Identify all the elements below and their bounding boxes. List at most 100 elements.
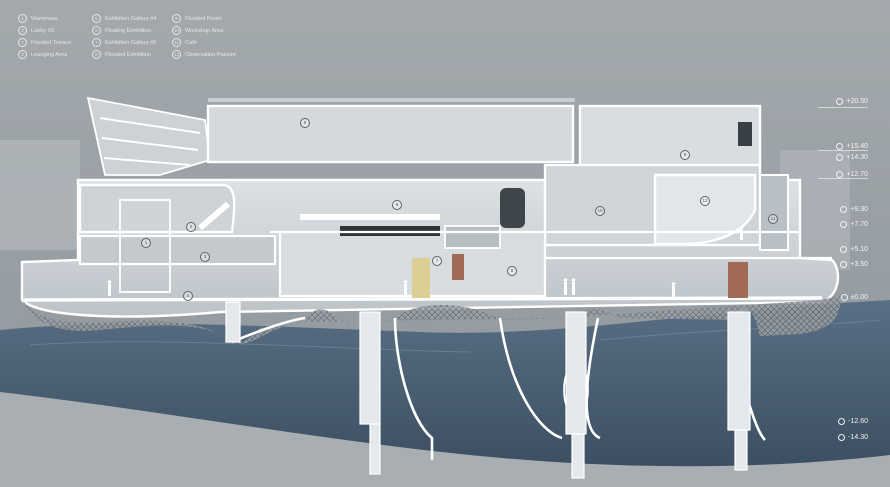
level-label: -12.60 bbox=[848, 418, 868, 425]
legend-label: Flooded Room bbox=[185, 15, 222, 22]
legend-number: 10 bbox=[172, 26, 181, 35]
level-marker: +12.70 bbox=[836, 171, 868, 178]
room-marker: 6 bbox=[392, 200, 402, 210]
legend-label: Waremans bbox=[31, 15, 58, 22]
legend-item: 5 Exhibition Gallery #4 bbox=[92, 14, 170, 23]
room-marker: 12 bbox=[700, 196, 710, 206]
legend-number: 6 bbox=[92, 26, 101, 35]
level-circle-icon bbox=[836, 143, 844, 150]
level-circle-icon bbox=[836, 171, 844, 178]
dark-portal bbox=[500, 188, 525, 228]
legend-label: Lobby #3 bbox=[31, 27, 55, 34]
room-marker: 3 bbox=[200, 252, 210, 262]
level-circle-icon bbox=[838, 434, 846, 441]
room-legend: 1 Waremans 5 Exhibition Gallery #4 9 Floode… bbox=[18, 14, 282, 59]
room-marker: 10 bbox=[595, 206, 605, 216]
level-label: +12.70 bbox=[846, 171, 868, 178]
level-label: +14.30 bbox=[846, 154, 868, 161]
level-circle-icon bbox=[840, 221, 848, 228]
rust-panel bbox=[452, 254, 464, 280]
legend-label: Flooded Terrace bbox=[31, 39, 72, 46]
legend-item: 4 Lounging Area bbox=[18, 50, 90, 59]
level-marker: -14.30 bbox=[838, 434, 868, 441]
level-label: -14.30 bbox=[848, 434, 868, 441]
level-circle-icon bbox=[836, 98, 844, 105]
level-marker: +20.50 bbox=[836, 98, 868, 105]
legend-number: 7 bbox=[92, 38, 101, 47]
legend-number: 8 bbox=[92, 50, 101, 59]
room-marker: 2 bbox=[186, 222, 196, 232]
level-label: ±0.00 bbox=[850, 294, 868, 301]
legend-label: Observation Pasture bbox=[185, 51, 236, 58]
legend-item: 8 Flooded Exhibition bbox=[92, 50, 170, 59]
level-label: +5.10 bbox=[850, 246, 868, 253]
level-line bbox=[818, 107, 868, 108]
flooded-terrace-room bbox=[78, 234, 277, 266]
room-marker: 5 bbox=[300, 118, 310, 128]
legend-item: 11 Café bbox=[172, 38, 282, 47]
level-circle-icon bbox=[840, 294, 848, 301]
room-marker: 11 bbox=[768, 214, 778, 224]
rust-panel bbox=[728, 262, 748, 298]
level-label: +20.50 bbox=[846, 98, 868, 105]
level-circle-icon bbox=[840, 206, 848, 213]
legend-number: 5 bbox=[92, 14, 101, 23]
legend-number: 11 bbox=[172, 38, 181, 47]
level-line bbox=[818, 178, 868, 179]
legend-label: Exhibition Gallery #5 bbox=[105, 39, 157, 46]
section-artwork bbox=[0, 0, 890, 487]
room-marker: 7 bbox=[432, 256, 442, 266]
legend-label: Exhibition Gallery #4 bbox=[105, 15, 157, 22]
level-circle-icon bbox=[840, 246, 848, 253]
stair-core bbox=[759, 174, 789, 251]
level-marker: +9.30 bbox=[840, 206, 868, 213]
legend-item: 1 Waremans bbox=[18, 14, 90, 23]
level-circle-icon bbox=[840, 261, 848, 268]
level-marker: +15.40 bbox=[836, 143, 868, 150]
level-circle-icon bbox=[838, 418, 846, 425]
legend-number: 9 bbox=[172, 14, 181, 23]
legend-item: 3 Flooded Terrace bbox=[18, 38, 90, 47]
level-label: +7.70 bbox=[850, 221, 868, 228]
level-label: +9.30 bbox=[850, 206, 868, 213]
level-line bbox=[818, 150, 868, 151]
legend-item: 12 Observation Pasture bbox=[172, 50, 282, 59]
ground-slab bbox=[21, 296, 823, 302]
legend-item: 2 Lobby #3 bbox=[18, 26, 90, 35]
room-marker: 8 bbox=[507, 266, 517, 276]
legend-label: Café bbox=[185, 39, 197, 46]
legend-number: 4 bbox=[18, 50, 27, 59]
floating-platform bbox=[300, 214, 440, 220]
legend-label: Workshop Area bbox=[185, 27, 224, 34]
top-gallery-box bbox=[206, 104, 575, 164]
legend-number: 2 bbox=[18, 26, 27, 35]
level-marker: ±0.00 bbox=[840, 294, 868, 301]
room-marker: 9 bbox=[680, 150, 690, 160]
legend-number: 1 bbox=[18, 14, 27, 23]
level-marker: +14.30 bbox=[836, 154, 868, 161]
level-label: +3.50 bbox=[850, 261, 868, 268]
level-marker: +7.70 bbox=[840, 221, 868, 228]
section-drawing: 1 Waremans 5 Exhibition Gallery #4 9 Floode… bbox=[0, 0, 890, 487]
legend-label: Floating Exhibition bbox=[105, 27, 151, 34]
legend-item: 9 Flooded Room bbox=[172, 14, 282, 23]
level-marker: +3.50 bbox=[840, 261, 868, 268]
service-box bbox=[444, 225, 501, 249]
room-marker: 4 bbox=[183, 291, 193, 301]
level-circle-icon bbox=[836, 154, 844, 161]
level-marker: -12.60 bbox=[838, 418, 868, 425]
screen-panel bbox=[738, 122, 752, 146]
legend-item: 10 Workshop Area bbox=[172, 26, 282, 35]
legend-item: 6 Floating Exhibition bbox=[92, 26, 170, 35]
background-building bbox=[0, 140, 80, 250]
legend-number: 12 bbox=[172, 50, 181, 59]
legend-item: 7 Exhibition Gallery #5 bbox=[92, 38, 170, 47]
upper-right-box bbox=[578, 104, 762, 168]
lobby-room bbox=[78, 183, 236, 234]
level-marker: +5.10 bbox=[840, 246, 868, 253]
yellow-column bbox=[412, 258, 430, 298]
room-marker: 1 bbox=[141, 238, 151, 248]
legend-label: Flooded Exhibition bbox=[105, 51, 152, 58]
level-label: +15.40 bbox=[846, 143, 868, 150]
legend-label: Lounging Area bbox=[31, 51, 68, 58]
